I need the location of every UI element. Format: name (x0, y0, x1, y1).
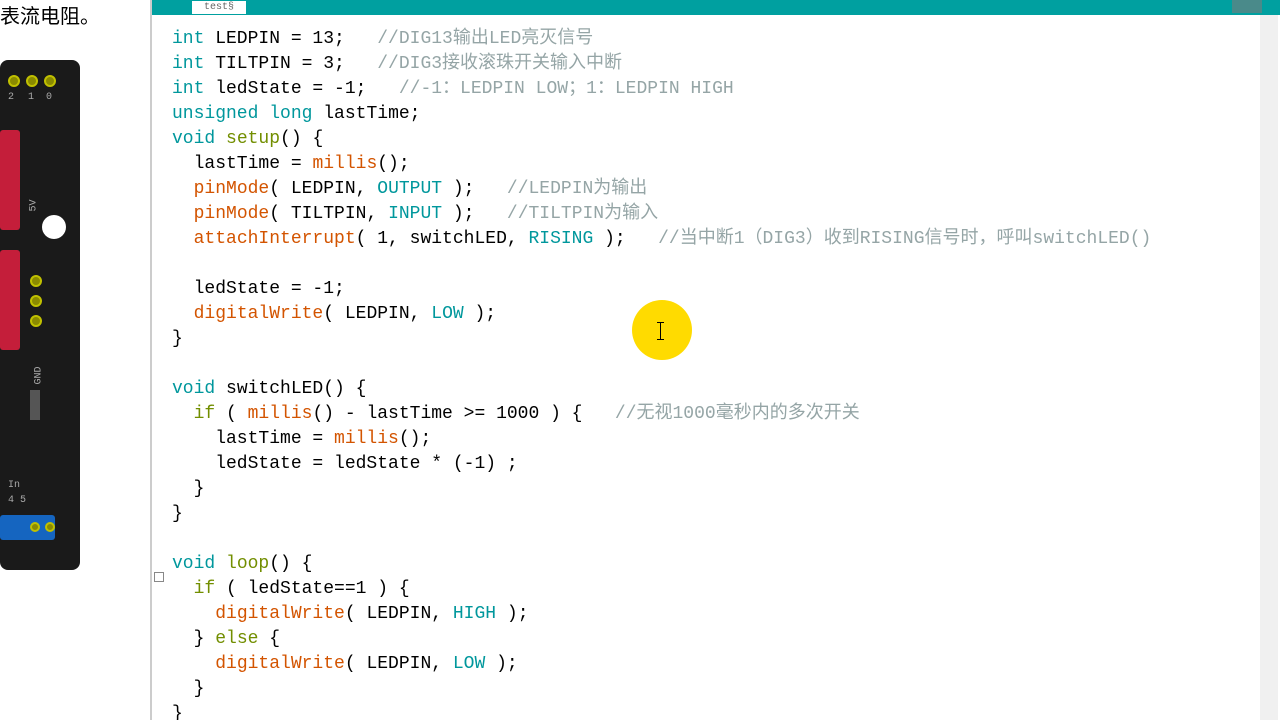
vertical-scrollbar[interactable] (1260, 15, 1278, 720)
left-panel: 表流电阻。 2 1 0 5V GND In 4 5 (0, 0, 150, 720)
code-line[interactable]: lastTime = millis(); (172, 152, 1260, 177)
tab-menu-button[interactable] (1232, 0, 1262, 13)
code-editor[interactable]: int LEDPIN = 13; //DIG13输出LED亮灭信号int TIL… (152, 15, 1280, 720)
code-line[interactable] (172, 352, 1260, 377)
left-panel-text: 表流电阻。 (0, 0, 100, 29)
code-line[interactable] (172, 252, 1260, 277)
code-line[interactable]: if ( millis() - lastTime >= 1000 ) { //无… (172, 402, 1260, 427)
code-line[interactable]: int ledState = -1; //-1：LEDPIN LOW；1：LED… (172, 77, 1260, 102)
code-line[interactable]: digitalWrite( LEDPIN, HIGH ); (172, 602, 1260, 627)
code-line[interactable]: } (172, 327, 1260, 352)
code-line[interactable]: } else { (172, 627, 1260, 652)
code-line[interactable]: void loop() { (172, 552, 1260, 577)
code-line[interactable]: ledState = ledState * (-1) ; (172, 452, 1260, 477)
code-line[interactable]: unsigned long lastTime; (172, 102, 1260, 127)
code-line[interactable]: pinMode( LEDPIN, OUTPUT ); //LEDPIN为输出 (172, 177, 1260, 202)
code-line[interactable]: ledState = -1; (172, 277, 1260, 302)
code-line[interactable]: void setup() { (172, 127, 1260, 152)
code-line[interactable]: digitalWrite( LEDPIN, LOW ); (172, 302, 1260, 327)
arduino-board: 2 1 0 5V GND In 4 5 (0, 60, 80, 570)
code-line[interactable]: } (172, 477, 1260, 502)
code-line[interactable]: digitalWrite( LEDPIN, LOW ); (172, 652, 1260, 677)
code-line[interactable]: pinMode( TILTPIN, INPUT ); //TILTPIN为输入 (172, 202, 1260, 227)
text-cursor-icon (660, 322, 661, 340)
editor-container: test§ int LEDPIN = 13; //DIG13输出LED亮灭信号i… (150, 0, 1280, 720)
tab-bar: test§ (152, 0, 1280, 15)
code-line[interactable]: if ( ledState==1 ) { (172, 577, 1260, 602)
code-line[interactable]: lastTime = millis(); (172, 427, 1260, 452)
file-tab[interactable]: test§ (192, 1, 246, 14)
code-line[interactable]: } (172, 702, 1260, 720)
code-line[interactable]: } (172, 502, 1260, 527)
code-line[interactable] (172, 527, 1260, 552)
code-line[interactable]: int TILTPIN = 3; //DIG3接收滚珠开关输入中断 (172, 52, 1260, 77)
fold-indicator[interactable] (154, 572, 164, 582)
code-line[interactable]: } (172, 677, 1260, 702)
code-line[interactable]: attachInterrupt( 1, switchLED, RISING );… (172, 227, 1260, 252)
code-line[interactable]: void switchLED() { (172, 377, 1260, 402)
code-line[interactable]: int LEDPIN = 13; //DIG13输出LED亮灭信号 (172, 27, 1260, 52)
